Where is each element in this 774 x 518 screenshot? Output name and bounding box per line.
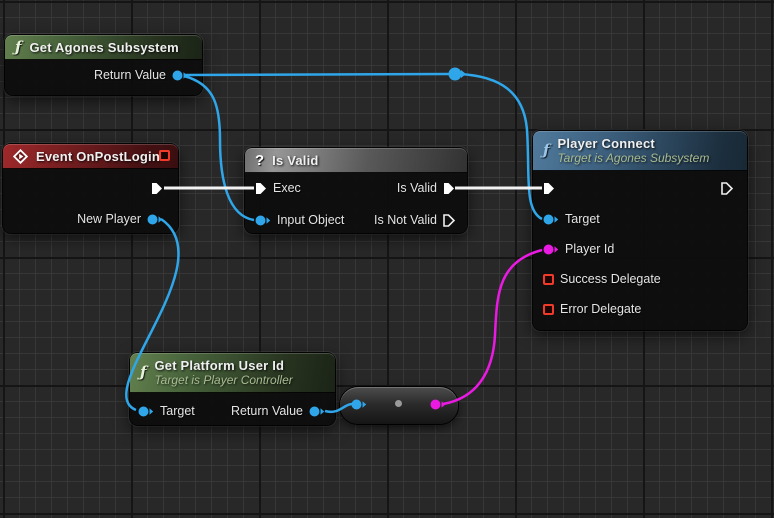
is-not-valid-exec-output-pin[interactable] <box>443 214 455 227</box>
pin-label: Player Id <box>565 242 614 256</box>
node-title: Get Agones Subsystem <box>29 40 178 55</box>
new-player-output-pin[interactable] <box>147 214 163 225</box>
pin-label: New Player <box>77 212 141 226</box>
node-is-valid[interactable]: ? Is Valid Exec Is Valid Input Object Is… <box>245 148 467 233</box>
conversion-node[interactable] <box>340 387 458 424</box>
is-valid-exec-output-pin[interactable] <box>443 182 455 195</box>
pin-label: Return Value <box>231 404 303 418</box>
node-header[interactable]: Event OnPostLogin <box>3 144 178 169</box>
function-icon: ƒ <box>15 40 21 55</box>
node-header[interactable]: ƒ Get Agones Subsystem <box>5 35 202 60</box>
player-id-input-pin[interactable] <box>543 244 559 255</box>
node-get-platform-user-id[interactable]: ƒ Get Platform User Id Target is Player … <box>130 353 335 425</box>
success-delegate-pin[interactable] <box>543 274 554 285</box>
exec-output-pin[interactable] <box>151 182 163 195</box>
conversion-input-pin[interactable] <box>351 399 367 410</box>
event-delegate-pin[interactable] <box>159 150 170 161</box>
node-title: Event OnPostLogin <box>36 149 160 164</box>
node-subtitle: Target is Player Controller <box>154 374 292 387</box>
node-title: Player Connect <box>557 136 709 151</box>
node-subtitle: Target is Agones Subsystem <box>557 152 709 165</box>
pin-label: Is Valid <box>397 181 437 195</box>
function-icon: ƒ <box>140 365 146 380</box>
node-player-connect[interactable]: ƒ Player Connect Target is Agones Subsys… <box>533 131 747 330</box>
return-value-output-pin[interactable] <box>172 70 188 81</box>
node-header[interactable]: ƒ Get Platform User Id Target is Player … <box>130 353 335 393</box>
wire-reroute-to-target[interactable] <box>459 74 542 219</box>
wire-conversion-to-playerid[interactable] <box>443 250 542 404</box>
function-icon: ƒ <box>543 143 549 158</box>
target-input-pin[interactable] <box>543 214 559 225</box>
node-event-onpostlogin[interactable]: Event OnPostLogin New Player <box>3 144 178 233</box>
node-title: Get Platform User Id <box>154 358 292 373</box>
return-value-output-pin[interactable] <box>309 406 325 417</box>
node-title: Is Valid <box>272 153 318 168</box>
pin-label: Success Delegate <box>560 272 661 286</box>
event-icon <box>13 149 28 164</box>
wire-returnvalue-to-reroute[interactable] <box>184 74 450 75</box>
node-header[interactable]: ? Is Valid <box>245 148 467 173</box>
conversion-dot-icon <box>395 400 402 407</box>
error-delegate-pin[interactable] <box>543 304 554 315</box>
exec-output-pin[interactable] <box>721 182 733 195</box>
conversion-output-pin[interactable] <box>430 399 446 410</box>
blueprint-graph-canvas[interactable]: ƒ Get Agones Subsystem Return Value Even… <box>0 0 774 518</box>
wire-returnvalue-to-inputobject[interactable] <box>184 76 254 220</box>
pin-label: Error Delegate <box>560 302 641 316</box>
pin-label: Target <box>565 212 600 226</box>
pin-label: Return Value <box>94 68 166 82</box>
node-header[interactable]: ƒ Player Connect Target is Agones Subsys… <box>533 131 747 171</box>
pin-label: Is Not Valid <box>374 213 437 227</box>
node-get-agones-subsystem[interactable]: ƒ Get Agones Subsystem Return Value <box>5 35 202 95</box>
question-mark-icon: ? <box>255 152 264 169</box>
reroute-node[interactable] <box>449 68 467 81</box>
